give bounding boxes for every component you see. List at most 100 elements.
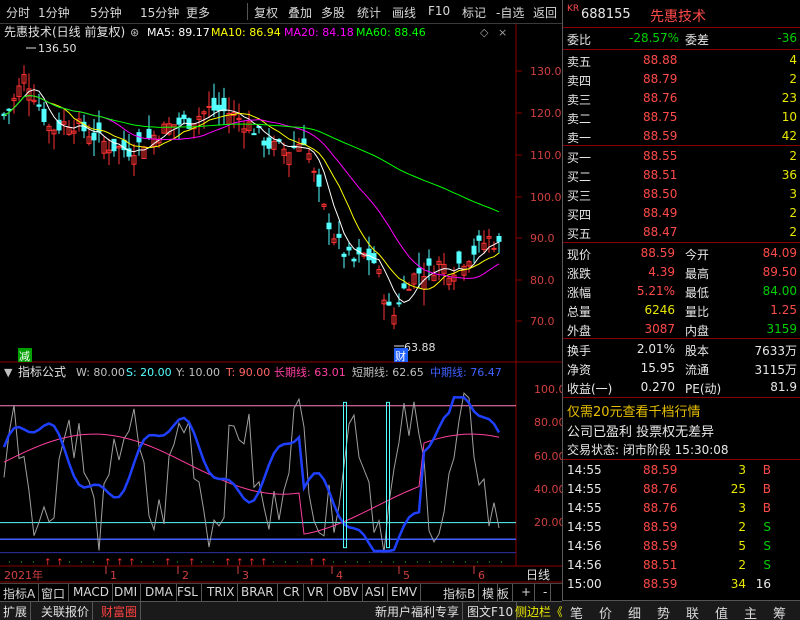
diamond-icon[interactable]: ◇: [480, 26, 489, 39]
bid-price: 88.47: [643, 225, 678, 239]
side-tab[interactable]: 联: [686, 603, 699, 620]
ask-row[interactable]: 卖三 88.76 23: [563, 90, 800, 108]
side-tab[interactable]: 细: [628, 603, 641, 620]
fund-value: 81.9: [770, 380, 797, 394]
tab-1min[interactable]: 1分钟: [38, 4, 70, 21]
tab-dmi[interactable]: DMI: [111, 584, 142, 602]
bid-row[interactable]: 买四 88.49 2: [563, 205, 800, 223]
ask-row[interactable]: 卖一 88.59 42: [563, 128, 800, 146]
ask-row[interactable]: 卖四 88.79 2: [563, 71, 800, 89]
tab-board[interactable]: 板: [494, 584, 514, 602]
tab-indicator-a[interactable]: 指标A: [0, 584, 40, 602]
month-label: 5: [403, 569, 410, 582]
indicator-menu-icon[interactable]: ▼: [4, 366, 13, 379]
tick-time: 14:55: [567, 482, 602, 496]
close-icon[interactable]: ×: [498, 26, 507, 39]
price-tick: 70.0: [530, 315, 555, 328]
overlay-button[interactable]: 叠加: [288, 4, 312, 21]
tick-volume: 2: [738, 558, 746, 572]
tab-obv[interactable]: OBV: [330, 584, 363, 602]
indicator-tick: 40.00: [534, 483, 562, 496]
side-tab[interactable]: 主: [744, 603, 757, 620]
svg-text:↑: ↑: [44, 558, 52, 568]
ma5-label: MA5: 89.17: [147, 26, 210, 39]
tab-more[interactable]: 更多: [186, 4, 210, 21]
tab-macd[interactable]: MACD: [70, 584, 113, 602]
new-user-benefits-link[interactable]: 新用户福利专享: [372, 602, 464, 620]
bid-row[interactable]: 买五 88.47 2: [563, 224, 800, 242]
svg-text:·: ·: [416, 558, 419, 568]
param-y: Y: 10.00: [175, 366, 220, 379]
tab-indicator-b[interactable]: 指标B: [440, 584, 480, 602]
f10-button[interactable]: F10: [428, 4, 450, 18]
tick-row: 14:55 88.76 3 B: [563, 500, 800, 518]
ask-row[interactable]: 卖二 88.75 10: [563, 109, 800, 127]
settings-icon[interactable]: ⊛: [130, 26, 139, 39]
mark-button[interactable]: 标记: [462, 4, 486, 21]
company-notice: 公司已盈利 投票权无差异: [567, 425, 715, 440]
tab-vr[interactable]: VR: [304, 584, 328, 602]
indicator-tick: 20.00: [534, 516, 562, 529]
side-tab[interactable]: 筹: [773, 603, 786, 620]
side-tab[interactable]: 势: [657, 603, 670, 620]
svg-text:↑: ↑: [260, 558, 268, 568]
tick-row: 15:00 88.59 34 16: [563, 576, 800, 594]
chart-area[interactable]: 先惠技术 (日线 前复权) ⊛ MA5: 89.17 MA10: 86.94 M…: [0, 24, 562, 594]
multi-stock-button[interactable]: 多股: [321, 4, 345, 21]
tab-window[interactable]: 窗口: [38, 584, 70, 602]
stat-value: 84.09: [762, 246, 797, 260]
sidebar-toggle[interactable]: 侧边栏《: [512, 602, 568, 620]
side-tab[interactable]: 值: [715, 603, 728, 620]
indicator-tab-bar: 指标A 窗口 MACD DMI DMA FSL TRIX BRAR CR VR …: [0, 583, 562, 602]
stat-value: 3159: [766, 322, 797, 336]
tab-fsl[interactable]: FSL: [174, 584, 202, 602]
month-label: 3: [242, 569, 249, 582]
promo-row[interactable]: 仅需20元查看千档行情: [563, 400, 800, 420]
tab-asi[interactable]: ASI: [362, 584, 389, 602]
tab-fenshi[interactable]: 分时: [6, 4, 30, 21]
side-tab[interactable]: 笔: [570, 603, 583, 620]
statistics-button[interactable]: 统计: [357, 4, 381, 21]
ask-volume: 10: [781, 110, 797, 124]
price-tick: 80.0: [530, 274, 555, 287]
ask-row[interactable]: 卖五 88.88 4: [563, 52, 800, 70]
zoom-out-button[interactable]: -: [540, 584, 552, 602]
bid-row[interactable]: 买三 88.50 3: [563, 186, 800, 204]
tab-brar[interactable]: BRAR: [238, 584, 278, 602]
bid-label: 买二: [567, 170, 592, 184]
tick-side: B: [762, 482, 771, 496]
draw-line-button[interactable]: 画线: [392, 4, 416, 21]
reduce-marker[interactable]: 减: [19, 350, 30, 363]
param-s: S: 20.00: [126, 366, 172, 379]
stock-label: 先惠技术: [4, 25, 52, 39]
param-mid-line: 中期线: 76.47: [430, 365, 502, 379]
tab-cr[interactable]: CR: [280, 584, 304, 602]
tab-wealth-circle[interactable]: 财富圈: [98, 602, 142, 620]
stat-label: 外盘: [567, 324, 592, 338]
stat-value: 3087: [644, 322, 675, 336]
promo-text[interactable]: 仅需20元查看千档行情: [567, 401, 701, 420]
tab-graphic-f10[interactable]: 图文F10: [464, 602, 518, 620]
side-tab[interactable]: 价: [599, 603, 612, 620]
add-watchlist-button[interactable]: -自选: [496, 4, 524, 21]
svg-text:·: ·: [68, 558, 71, 568]
market-badge: KR: [567, 4, 580, 14]
tab-trix[interactable]: TRIX: [204, 584, 239, 602]
financial-marker[interactable]: 财: [395, 349, 406, 363]
tab-dma[interactable]: DMA: [142, 584, 177, 602]
bid-row[interactable]: 买二 88.51 36: [563, 167, 800, 185]
tab-5min[interactable]: 5分钟: [90, 4, 122, 21]
bid-row[interactable]: 买一 88.55 2: [563, 148, 800, 166]
tab-related-quotes[interactable]: 关联报价: [38, 602, 94, 620]
tab-emv[interactable]: EMV: [388, 584, 422, 602]
price-tick: 110.0: [530, 149, 562, 162]
tab-extend[interactable]: 扩展: [0, 602, 32, 620]
tab-15min[interactable]: 15分钟: [140, 4, 179, 21]
back-button[interactable]: 返回: [533, 4, 557, 21]
fund-label: 净资: [567, 363, 592, 377]
bid-price: 88.50: [643, 187, 678, 201]
period-label: 日线: [526, 568, 550, 582]
zoom-in-button[interactable]: +: [518, 584, 536, 602]
quote-stat-row: 涨跌 4.39 最高 89.50: [563, 264, 800, 282]
restore-rights-button[interactable]: 复权: [254, 4, 278, 21]
